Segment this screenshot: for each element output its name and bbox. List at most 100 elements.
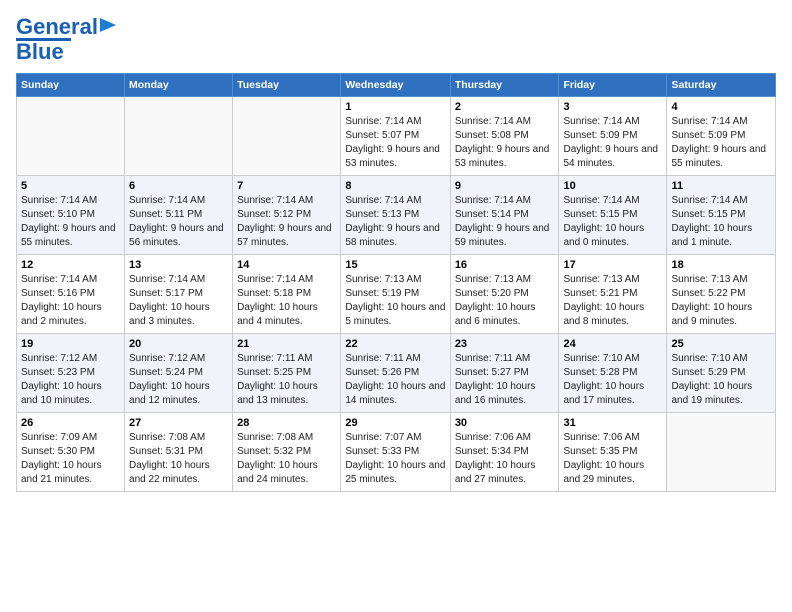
- day-number: 18: [671, 259, 771, 271]
- day-info: Sunrise: 7:14 AM Sunset: 5:16 PM Dayligh…: [21, 273, 120, 329]
- day-number: 14: [237, 259, 336, 271]
- day-number: 12: [21, 259, 120, 271]
- day-info: Sunrise: 7:07 AM Sunset: 5:33 PM Dayligh…: [345, 431, 445, 487]
- day-number: 3: [563, 101, 662, 113]
- weekday-header-thursday: Thursday: [450, 74, 559, 97]
- day-info: Sunrise: 7:11 AM Sunset: 5:25 PM Dayligh…: [237, 352, 336, 408]
- day-info: Sunrise: 7:10 AM Sunset: 5:29 PM Dayligh…: [671, 352, 771, 408]
- day-number: 16: [455, 259, 555, 271]
- calendar-cell: 9Sunrise: 7:14 AM Sunset: 5:14 PM Daylig…: [450, 176, 559, 255]
- day-info: Sunrise: 7:14 AM Sunset: 5:09 PM Dayligh…: [671, 115, 771, 171]
- calendar-week-row: 12 Sunrise: 7:14 AM Sunset: 5:16 PM Dayli…: [17, 255, 776, 334]
- logo: General Blue: [16, 16, 118, 63]
- calendar-cell: 24Sunrise: 7:10 AM Sunset: 5:28 PM Dayli…: [559, 334, 667, 413]
- calendar-week-row: 26 Sunrise: 7:09 AM Sunset: 5:30 PM Dayli…: [17, 413, 776, 492]
- calendar-cell: 10Sunrise: 7:14 AM Sunset: 5:15 PM Dayli…: [559, 176, 667, 255]
- weekday-header-saturday: Saturday: [667, 74, 776, 97]
- day-info: Sunrise: 7:14 AM Sunset: 5:15 PM Dayligh…: [671, 194, 771, 250]
- calendar-cell: 14 Sunrise: 7:14 AM Sunset: 5:18 PM Dayli…: [233, 255, 341, 334]
- day-number: 25: [671, 338, 771, 350]
- calendar-week-row: 1 Sunrise: 7:14 AM Sunset: 5:07 PM Daylig…: [17, 97, 776, 176]
- calendar-cell: 28 Sunrise: 7:08 AM Sunset: 5:32 PM Dayli…: [233, 413, 341, 492]
- day-number: 11: [671, 180, 771, 192]
- calendar-cell: 4 Sunrise: 7:14 AM Sunset: 5:09 PM Daylig…: [667, 97, 776, 176]
- calendar-cell: 3 Sunrise: 7:14 AM Sunset: 5:09 PM Daylig…: [559, 97, 667, 176]
- weekday-header-sunday: Sunday: [17, 74, 125, 97]
- calendar-cell: 15 Sunrise: 7:13 AM Sunset: 5:19 PM Dayli…: [341, 255, 450, 334]
- day-number: 24: [563, 338, 662, 350]
- day-number: 20: [129, 338, 228, 350]
- calendar-cell: 2Sunrise: 7:14 AM Sunset: 5:08 PM Daylig…: [450, 97, 559, 176]
- day-info: Sunrise: 7:14 AM Sunset: 5:12 PM Dayligh…: [237, 194, 336, 250]
- day-info: Sunrise: 7:08 AM Sunset: 5:32 PM Dayligh…: [237, 431, 336, 487]
- day-info: Sunrise: 7:11 AM Sunset: 5:27 PM Dayligh…: [455, 352, 555, 408]
- calendar-cell: 19 Sunrise: 7:12 AM Sunset: 5:23 PM Dayli…: [17, 334, 125, 413]
- calendar-cell: 12 Sunrise: 7:14 AM Sunset: 5:16 PM Dayli…: [17, 255, 125, 334]
- day-number: 29: [345, 417, 445, 429]
- calendar-cell: 30 Sunrise: 7:06 AM Sunset: 5:34 PM Dayli…: [450, 413, 559, 492]
- calendar-week-row: 19 Sunrise: 7:12 AM Sunset: 5:23 PM Dayli…: [17, 334, 776, 413]
- calendar-cell: 23 Sunrise: 7:11 AM Sunset: 5:27 PM Dayli…: [450, 334, 559, 413]
- calendar-cell: 6 Sunrise: 7:14 AM Sunset: 5:11 PM Daylig…: [125, 176, 233, 255]
- day-number: 17: [563, 259, 662, 271]
- day-info: Sunrise: 7:14 AM Sunset: 5:10 PM Dayligh…: [21, 194, 120, 250]
- calendar-cell: 16 Sunrise: 7:13 AM Sunset: 5:20 PM Dayli…: [450, 255, 559, 334]
- day-info: Sunrise: 7:14 AM Sunset: 5:14 PM Dayligh…: [455, 194, 555, 250]
- day-number: 8: [345, 180, 445, 192]
- calendar-cell: [125, 97, 233, 176]
- calendar-cell: 22Sunrise: 7:11 AM Sunset: 5:26 PM Dayli…: [341, 334, 450, 413]
- calendar-cell: 7 Sunrise: 7:14 AM Sunset: 5:12 PM Daylig…: [233, 176, 341, 255]
- day-info: Sunrise: 7:12 AM Sunset: 5:23 PM Dayligh…: [21, 352, 120, 408]
- calendar-cell: 26 Sunrise: 7:09 AM Sunset: 5:30 PM Dayli…: [17, 413, 125, 492]
- day-info: Sunrise: 7:13 AM Sunset: 5:21 PM Dayligh…: [563, 273, 662, 329]
- day-number: 15: [345, 259, 445, 271]
- calendar-cell: 29 Sunrise: 7:07 AM Sunset: 5:33 PM Dayli…: [341, 413, 450, 492]
- calendar-cell: [17, 97, 125, 176]
- day-info: Sunrise: 7:14 AM Sunset: 5:09 PM Dayligh…: [563, 115, 662, 171]
- calendar-cell: [667, 413, 776, 492]
- day-number: 6: [129, 180, 228, 192]
- day-info: Sunrise: 7:09 AM Sunset: 5:30 PM Dayligh…: [21, 431, 120, 487]
- day-info: Sunrise: 7:13 AM Sunset: 5:19 PM Dayligh…: [345, 273, 445, 329]
- calendar-cell: 11 Sunrise: 7:14 AM Sunset: 5:15 PM Dayli…: [667, 176, 776, 255]
- day-number: 19: [21, 338, 120, 350]
- calendar-cell: 31Sunrise: 7:06 AM Sunset: 5:35 PM Dayli…: [559, 413, 667, 492]
- day-number: 1: [345, 101, 445, 113]
- logo-arrow-icon: [100, 16, 118, 34]
- calendar-cell: 5 Sunrise: 7:14 AM Sunset: 5:10 PM Daylig…: [17, 176, 125, 255]
- calendar-table: SundayMondayTuesdayWednesdayThursdayFrid…: [16, 73, 776, 492]
- day-number: 4: [671, 101, 771, 113]
- day-info: Sunrise: 7:06 AM Sunset: 5:34 PM Dayligh…: [455, 431, 555, 487]
- day-number: 23: [455, 338, 555, 350]
- day-number: 7: [237, 180, 336, 192]
- calendar-cell: 25 Sunrise: 7:10 AM Sunset: 5:29 PM Dayli…: [667, 334, 776, 413]
- day-number: 28: [237, 417, 336, 429]
- weekday-header-wednesday: Wednesday: [341, 74, 450, 97]
- logo-text: General: [16, 16, 98, 38]
- day-number: 13: [129, 259, 228, 271]
- calendar-cell: 27 Sunrise: 7:08 AM Sunset: 5:31 PM Dayli…: [125, 413, 233, 492]
- day-number: 26: [21, 417, 120, 429]
- calendar-cell: 13Sunrise: 7:14 AM Sunset: 5:17 PM Dayli…: [125, 255, 233, 334]
- calendar-cell: 18 Sunrise: 7:13 AM Sunset: 5:22 PM Dayli…: [667, 255, 776, 334]
- day-number: 22: [345, 338, 445, 350]
- day-info: Sunrise: 7:14 AM Sunset: 5:13 PM Dayligh…: [345, 194, 445, 250]
- day-number: 5: [21, 180, 120, 192]
- weekday-header-tuesday: Tuesday: [233, 74, 341, 97]
- day-info: Sunrise: 7:13 AM Sunset: 5:22 PM Dayligh…: [671, 273, 771, 329]
- weekday-header-monday: Monday: [125, 74, 233, 97]
- day-info: Sunrise: 7:14 AM Sunset: 5:18 PM Dayligh…: [237, 273, 336, 329]
- calendar-cell: 20 Sunrise: 7:12 AM Sunset: 5:24 PM Dayli…: [125, 334, 233, 413]
- day-info: Sunrise: 7:12 AM Sunset: 5:24 PM Dayligh…: [129, 352, 228, 408]
- calendar-cell: 17 Sunrise: 7:13 AM Sunset: 5:21 PM Dayli…: [559, 255, 667, 334]
- day-info: Sunrise: 7:14 AM Sunset: 5:11 PM Dayligh…: [129, 194, 228, 250]
- day-info: Sunrise: 7:14 AM Sunset: 5:07 PM Dayligh…: [345, 115, 445, 171]
- day-info: Sunrise: 7:08 AM Sunset: 5:31 PM Dayligh…: [129, 431, 228, 487]
- page-header: General Blue: [16, 16, 776, 63]
- weekday-header-friday: Friday: [559, 74, 667, 97]
- day-number: 30: [455, 417, 555, 429]
- calendar-cell: [233, 97, 341, 176]
- day-number: 27: [129, 417, 228, 429]
- day-info: Sunrise: 7:13 AM Sunset: 5:20 PM Dayligh…: [455, 273, 555, 329]
- day-info: Sunrise: 7:14 AM Sunset: 5:08 PM Dayligh…: [455, 115, 555, 171]
